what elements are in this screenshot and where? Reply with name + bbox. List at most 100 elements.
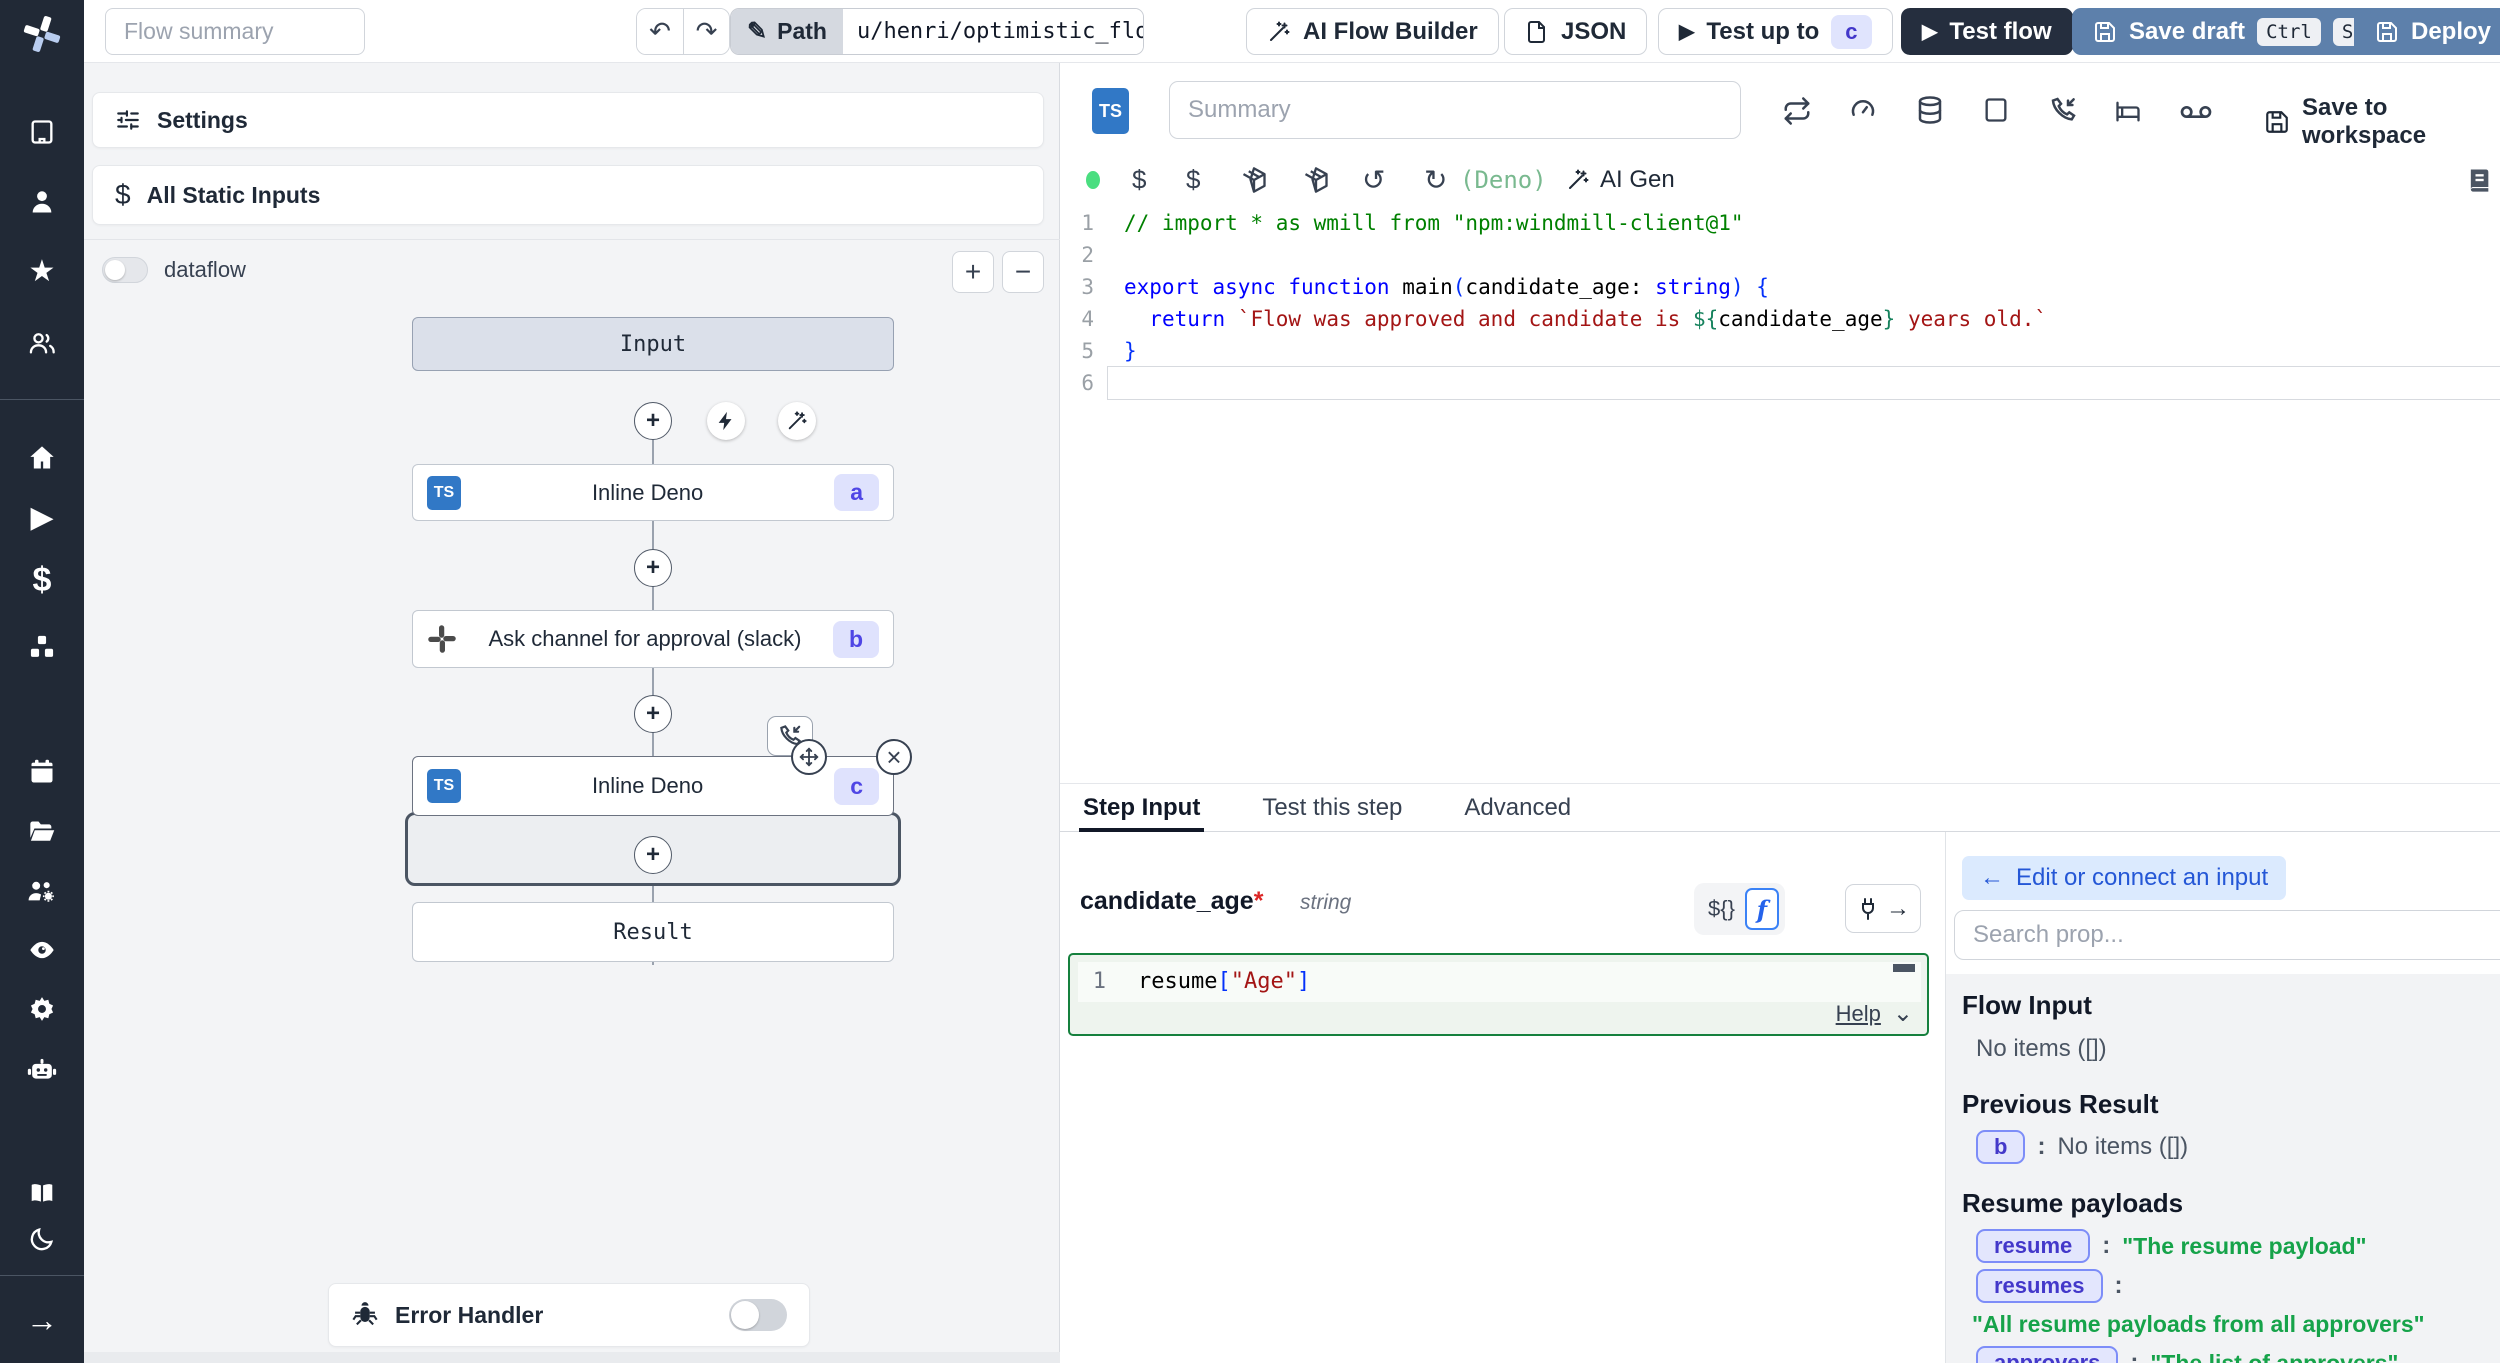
add-step-button[interactable]: + xyxy=(634,549,672,587)
undo-button[interactable]: ↶ xyxy=(637,9,683,54)
add-step-button[interactable]: + xyxy=(634,402,672,440)
prev-result-pill-b[interactable]: b xyxy=(1976,1130,2025,1164)
code-line[interactable]: 4 return `Flow was approved and candidat… xyxy=(1060,303,2500,335)
reload-rotate-cw-icon[interactable]: ↻ xyxy=(1424,164,1447,197)
add-step-button[interactable]: + xyxy=(634,695,672,733)
save-draft-label: Save draft xyxy=(2129,18,2245,46)
expression-editor[interactable]: 1resume["Age"] Help ⌄ xyxy=(1068,953,1929,1036)
chevron-down-icon[interactable]: ⌄ xyxy=(1893,999,1913,1028)
dataflow-toggle[interactable] xyxy=(102,257,148,283)
search-prop-input[interactable]: Search prop... xyxy=(1954,910,2500,960)
plus-icon: + xyxy=(646,554,660,582)
path-button[interactable]: ✎ Path xyxy=(731,9,843,54)
code-line[interactable]: 1// import * as wmill from "npm:windmill… xyxy=(1060,207,2500,239)
bug-icon xyxy=(351,1301,379,1329)
approvers-pill[interactable]: approvers xyxy=(1976,1346,2118,1363)
flow-settings-button[interactable]: Settings xyxy=(92,92,1044,148)
pencil-icon: ✎ xyxy=(747,17,767,46)
function-mode-toggle[interactable]: f xyxy=(1745,888,1779,930)
package-icon[interactable] xyxy=(1302,166,1330,194)
json-button[interactable]: JSON xyxy=(1504,8,1647,55)
path-input[interactable]: u/henri/optimistic_flo xyxy=(843,9,1143,54)
test-up-to-button[interactable]: ▶ Test up to c xyxy=(1658,8,1893,55)
delete-node-button[interactable]: × xyxy=(876,739,912,775)
folders-icon[interactable] xyxy=(27,818,57,846)
resources-boxes-icon[interactable] xyxy=(27,633,57,661)
deno-language-label[interactable]: (Deno) xyxy=(1460,166,1547,194)
mock-square-icon[interactable] xyxy=(1982,96,2010,124)
workspace-building-icon[interactable] xyxy=(28,118,56,146)
step-summary-input[interactable]: Summary xyxy=(1169,81,1741,139)
move-node-handle[interactable] xyxy=(791,739,827,775)
code-line[interactable]: 3export async function main(candidate_ag… xyxy=(1060,271,2500,303)
code-line[interactable]: 6 xyxy=(1060,367,2500,399)
left-sidebar: ★ ▶ $ xyxy=(0,0,84,1363)
code-editor[interactable]: 1// import * as wmill from "npm:windmill… xyxy=(1060,207,2500,844)
flow-node-result[interactable]: Result xyxy=(412,902,894,962)
ai-gen-button[interactable]: AI Gen xyxy=(1566,166,1675,194)
tab-step-input[interactable]: Step Input xyxy=(1083,784,1200,831)
redo-button[interactable]: ↷ xyxy=(683,9,729,54)
json-label: JSON xyxy=(1561,18,1626,46)
reset-rotate-ccw-icon[interactable]: ↺ xyxy=(1362,164,1385,197)
error-handler-row[interactable]: Error Handler xyxy=(328,1283,810,1347)
resources-dollar-icon[interactable]: $ xyxy=(1186,165,1200,196)
deploy-button[interactable]: Deploy ⌄ xyxy=(2354,8,2500,55)
sleep-bed-icon[interactable] xyxy=(2113,97,2143,125)
zoom-in-button[interactable]: + xyxy=(952,251,994,293)
tab-test-this-step[interactable]: Test this step xyxy=(1262,784,1402,831)
edit-or-connect-button[interactable]: ← Edit or connect an input xyxy=(1962,856,2286,900)
home-icon[interactable] xyxy=(28,444,56,472)
ai-suggest-button[interactable] xyxy=(778,402,816,440)
template-mode-toggle[interactable]: ${} xyxy=(1708,896,1735,922)
expr-code[interactable]: resume["Age"] xyxy=(1122,962,1921,1002)
code-line[interactable]: 2 xyxy=(1060,239,2500,271)
retry-repeat-icon[interactable] xyxy=(1782,96,1812,126)
connect-input-button[interactable]: → xyxy=(1845,884,1921,933)
groups-users-icon[interactable] xyxy=(27,329,57,357)
resumes-pill[interactable]: resumes xyxy=(1976,1269,2103,1303)
workers-users-cog-icon[interactable] xyxy=(26,877,58,905)
favorites-star-icon[interactable]: ★ xyxy=(29,258,56,286)
flow-input-empty: No items ([]) xyxy=(1976,1035,2500,1063)
runs-play-icon[interactable]: ▶ xyxy=(30,503,53,533)
help-link[interactable]: Help xyxy=(1836,1001,1881,1027)
voicemail-icon[interactable] xyxy=(2180,100,2212,124)
all-static-inputs-button[interactable]: $ All Static Inputs xyxy=(92,165,1044,225)
docs-book-icon[interactable] xyxy=(27,1180,57,1206)
trigger-bolt-button[interactable] xyxy=(707,402,745,440)
user-icon[interactable] xyxy=(28,188,56,216)
zoom-out-button[interactable]: − xyxy=(1002,251,1044,293)
flow-node-b[interactable]: Ask channel for approval (slack) b xyxy=(412,610,894,668)
assets-book-icon[interactable] xyxy=(2465,166,2493,194)
ai-flow-builder-button[interactable]: AI Flow Builder xyxy=(1246,8,1499,55)
tab-advanced[interactable]: Advanced xyxy=(1464,784,1571,831)
code-line[interactable]: 5} xyxy=(1060,335,2500,367)
vars-dollar-icon[interactable]: $ xyxy=(1132,165,1146,196)
test-flow-button[interactable]: ▶ Test flow xyxy=(1901,8,2073,55)
node-b-badge: b xyxy=(833,621,879,658)
flow-node-input[interactable]: Input xyxy=(412,317,894,371)
flow-summary-input[interactable]: Flow summary xyxy=(105,8,365,55)
typescript-icon: TS xyxy=(427,769,461,803)
flow-node-a[interactable]: TS Inline Deno a xyxy=(412,464,894,521)
resume-pill[interactable]: resume xyxy=(1976,1229,2090,1263)
package-icon[interactable] xyxy=(1240,166,1268,194)
plus-icon: + xyxy=(646,700,660,728)
schedules-calendar-icon[interactable] xyxy=(28,758,56,786)
windmill-logo[interactable] xyxy=(22,14,62,54)
audit-eye-icon[interactable] xyxy=(27,936,57,964)
expand-arrow-right-icon[interactable]: → xyxy=(26,1304,58,1336)
line-number: 1 xyxy=(1060,207,1108,239)
ai-robot-icon[interactable] xyxy=(26,1055,58,1085)
cache-database-icon[interactable] xyxy=(1915,95,1945,125)
settings-gear-icon[interactable] xyxy=(28,995,56,1023)
variables-dollar-icon[interactable]: $ xyxy=(33,563,52,597)
add-step-button[interactable]: + xyxy=(634,836,672,874)
suspend-phone-icon[interactable] xyxy=(2048,95,2078,125)
early-stop-gauge-icon[interactable] xyxy=(1848,96,1878,126)
save-to-workspace-button[interactable]: Save to workspace xyxy=(2264,94,2500,150)
error-handler-toggle[interactable] xyxy=(729,1299,787,1331)
save-draft-button[interactable]: Save draft Ctrl S xyxy=(2072,8,2383,55)
dark-mode-moon-icon[interactable] xyxy=(28,1225,56,1253)
